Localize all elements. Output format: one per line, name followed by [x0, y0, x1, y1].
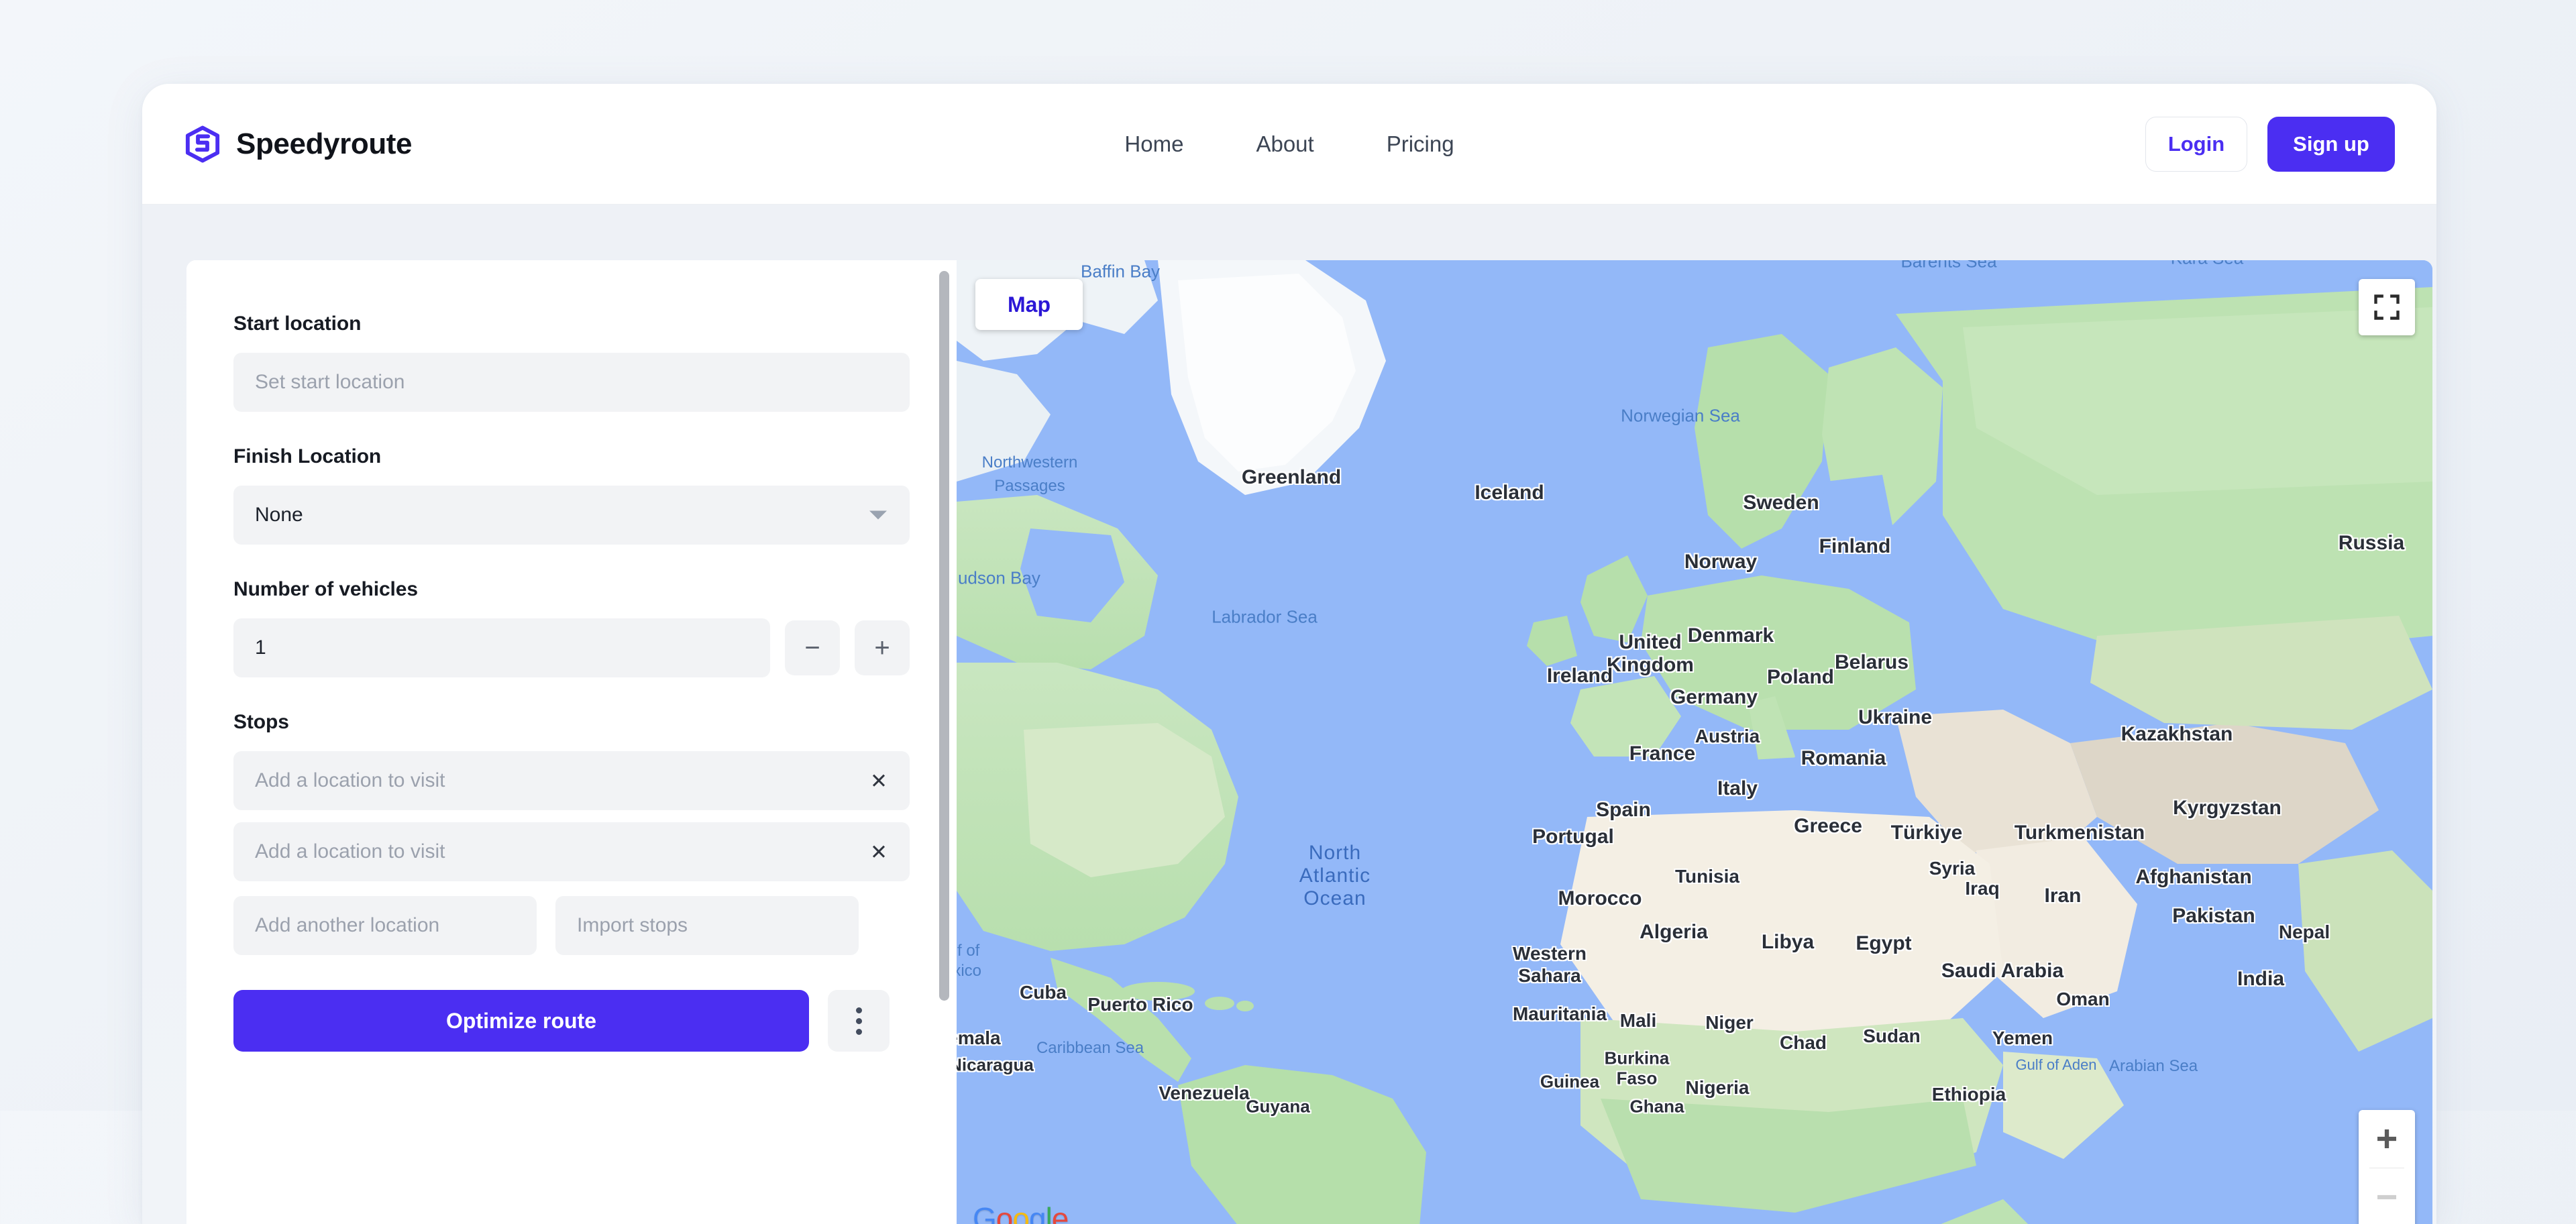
- add-another-location-button[interactable]: Add another location: [233, 896, 537, 955]
- brand-name: Speedyroute: [236, 127, 413, 160]
- scrollbar-thumb[interactable]: [939, 271, 949, 1001]
- stop-input-placeholder: Add a location to visit: [255, 840, 445, 863]
- stop-actions: Add another location Import stops: [233, 896, 910, 955]
- close-icon[interactable]: ✕: [865, 767, 892, 794]
- stop-input-placeholder: Add a location to visit: [255, 769, 445, 791]
- finish-location-field: Finish Location None: [233, 445, 910, 545]
- vertical-dots-icon[interactable]: [828, 990, 890, 1052]
- vehicle-decrement-button[interactable]: −: [785, 620, 840, 675]
- speedyroute-shield-logo-icon: [185, 125, 220, 162]
- content-area: Start location Set start location Finish…: [142, 205, 2436, 1224]
- map-canvas[interactable]: [957, 260, 2432, 1224]
- fullscreen-expand-icon[interactable]: [2359, 279, 2415, 335]
- route-form-panel: Start location Set start location Finish…: [186, 260, 957, 1224]
- dot: [855, 1007, 862, 1013]
- stop-row[interactable]: Add a location to visit ✕: [233, 751, 910, 810]
- nav-link-about[interactable]: About: [1256, 131, 1313, 157]
- primary-action-row: Optimize route: [233, 990, 910, 1052]
- zoom-in-button[interactable]: [2359, 1110, 2415, 1168]
- zoom-out-button[interactable]: [2359, 1168, 2415, 1224]
- signup-button[interactable]: Sign up: [2267, 116, 2395, 172]
- nav-link-home[interactable]: Home: [1124, 131, 1183, 157]
- app-window: Speedyroute Home About Pricing Login Sig…: [142, 84, 2436, 1224]
- close-icon[interactable]: ✕: [865, 838, 892, 865]
- finish-location-value: None: [255, 504, 303, 526]
- brand-logo[interactable]: Speedyroute: [184, 125, 413, 163]
- stops-label: Stops: [233, 711, 289, 733]
- start-location-field: Start location Set start location: [233, 313, 910, 412]
- optimize-route-button[interactable]: Optimize route: [233, 990, 809, 1052]
- finish-location-select[interactable]: None: [233, 486, 910, 545]
- vehicle-count-input[interactable]: 1: [233, 618, 770, 677]
- finish-location-label: Finish Location: [233, 445, 382, 467]
- vehicles-label: Number of vehicles: [233, 578, 418, 600]
- start-location-input[interactable]: Set start location: [233, 353, 910, 412]
- map-pane[interactable]: Baffin BayBarents SeaKara SeaNorwegian S…: [957, 260, 2432, 1224]
- map-type-button[interactable]: Map: [975, 279, 1083, 330]
- vehicle-increment-button[interactable]: +: [855, 620, 910, 675]
- main-nav: Home About Pricing: [1124, 131, 1454, 157]
- dot: [855, 1028, 862, 1035]
- nav-link-pricing[interactable]: Pricing: [1387, 131, 1454, 157]
- dot: [855, 1017, 862, 1024]
- plus-icon: [2377, 1129, 2396, 1148]
- top-navigation-bar: Speedyroute Home About Pricing Login Sig…: [142, 84, 2436, 205]
- start-location-label: Start location: [233, 313, 362, 335]
- minus-icon: [2377, 1194, 2396, 1200]
- fullscreen-icon-glyph: [2374, 294, 2400, 320]
- vehicles-field: Number of vehicles 1 − +: [233, 578, 910, 677]
- route-planner-card: Start location Set start location Finish…: [186, 260, 2432, 1224]
- login-button[interactable]: Login: [2145, 116, 2247, 172]
- map-zoom-controls: [2359, 1110, 2415, 1224]
- import-stops-button[interactable]: Import stops: [555, 896, 859, 955]
- stop-row[interactable]: Add a location to visit ✕: [233, 822, 910, 881]
- stops-field: Stops Add a location to visit ✕ Add a lo…: [233, 711, 910, 955]
- chevron-down-icon: [869, 510, 887, 520]
- form-panel-scrollbar[interactable]: [936, 271, 951, 1215]
- vehicle-stepper-row: 1 − +: [233, 618, 910, 677]
- auth-button-group: Login Sign up: [2145, 116, 2395, 172]
